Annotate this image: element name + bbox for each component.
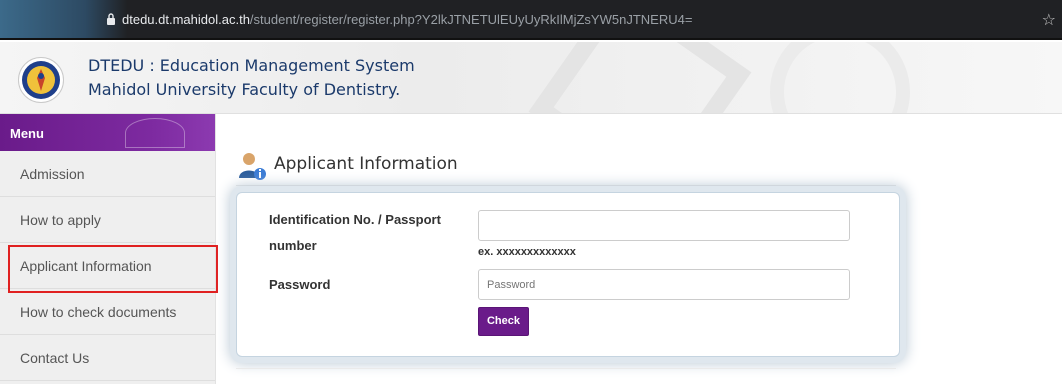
sidebar-item-applicant-information[interactable]: Applicant Information	[0, 243, 218, 293]
id-number-label: Identification No. / Passport number	[269, 212, 441, 253]
user-info-icon	[239, 153, 266, 180]
menu-decoration	[125, 118, 185, 148]
site-header: DTEDU : Education Management System Mahi…	[0, 42, 1062, 114]
menu-header: Menu	[0, 114, 215, 151]
url-host: dtedu.dt.mahidol.ac.th	[122, 12, 250, 27]
page-title-row: Applicant Information	[236, 150, 896, 186]
sidebar: Menu Admission How to apply Applicant In…	[0, 114, 218, 384]
sidebar-item-contact-us[interactable]: Contact Us	[0, 335, 215, 381]
header-decoration	[770, 42, 910, 113]
check-button[interactable]: Check	[478, 307, 529, 336]
sidebar-item-label: Contact Us	[20, 350, 90, 366]
sidebar-item-how-to-apply[interactable]: How to apply	[0, 197, 215, 243]
id-number-input[interactable]	[478, 210, 850, 241]
university-logo[interactable]	[18, 57, 64, 103]
sidebar-item-label: How to apply	[20, 212, 101, 228]
url-text[interactable]: dtedu.dt.mahidol.ac.th/student/register/…	[122, 12, 692, 27]
site-subtitle: Mahidol University Faculty of Dentistry.	[88, 80, 401, 99]
university-seal-icon	[22, 61, 60, 99]
content-divider	[236, 368, 896, 369]
sidebar-item-how-to-check-documents[interactable]: How to check documents	[0, 289, 215, 335]
sidebar-item-label: How to check documents	[20, 304, 177, 320]
id-number-example: ex. xxxxxxxxxxxxx	[478, 246, 576, 258]
sidebar-item-label: Applicant Information	[20, 258, 152, 274]
browser-address-bar[interactable]: dtedu.dt.mahidol.ac.th/student/register/…	[0, 0, 1062, 40]
applicant-login-form: Identification No. / Passport number ex.…	[236, 192, 900, 357]
sidebar-item-label: Admission	[20, 166, 85, 182]
url-path: /student/register/register.php?Y2lkJTNET…	[249, 12, 693, 27]
sidebar-item-admission[interactable]: Admission	[0, 151, 215, 197]
star-icon[interactable]: ☆	[1042, 10, 1056, 29]
lock-icon	[107, 13, 115, 25]
password-input[interactable]	[478, 269, 850, 300]
header-decoration	[528, 42, 752, 113]
password-label: Password	[269, 277, 331, 292]
menu-header-label: Menu	[10, 126, 44, 141]
site-title: DTEDU : Education Management System	[88, 56, 415, 75]
page-title: Applicant Information	[274, 154, 458, 174]
